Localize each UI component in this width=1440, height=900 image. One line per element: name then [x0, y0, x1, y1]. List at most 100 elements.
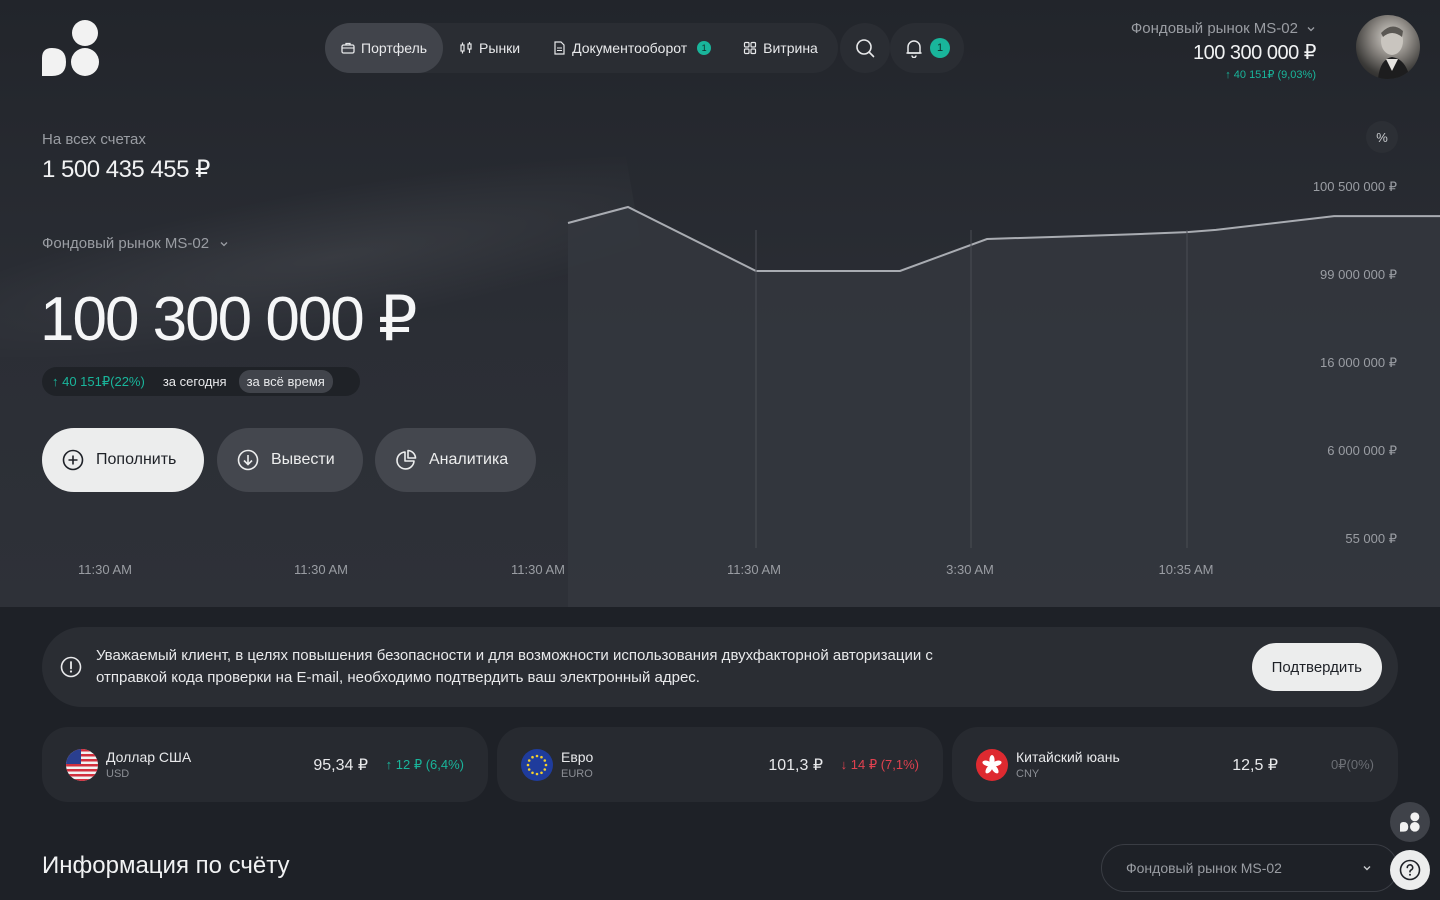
chart-y-tick: 16 000 000 ₽: [1320, 355, 1397, 370]
market-select[interactable]: Фондовый рынок MS-02: [42, 235, 229, 252]
pie-chart-icon: [396, 449, 417, 470]
briefcase-icon: [341, 42, 355, 54]
main-nav: Портфель Рынки Документооборот 1 Витрина: [325, 23, 838, 73]
us-flag-icon: [66, 748, 98, 781]
currency-change: 0₽(0%): [1331, 756, 1374, 772]
currency-card-eur[interactable]: Евро EURO 101,3 ₽ ↓ 14 ₽ (7,1%): [497, 727, 943, 802]
currency-name: Китайский юань: [1016, 749, 1120, 765]
nav-documents-label: Документооборот: [572, 40, 688, 56]
chart-x-tick: 11:30 AM: [294, 562, 348, 577]
help-button[interactable]: [1390, 850, 1430, 890]
account-switcher-change: ↑ 40 151₽ (9,03%): [1225, 69, 1316, 81]
star-icon: [543, 767, 547, 771]
currency-change: ↓ 14 ₽ (7,1%): [840, 756, 919, 772]
question-icon: [1399, 859, 1421, 881]
nav-markets-label: Рынки: [479, 40, 521, 56]
brand-mini-icon: [1400, 812, 1420, 832]
user-photo: [1378, 26, 1410, 79]
assistant-button[interactable]: [1390, 802, 1430, 842]
bell-icon: [906, 40, 922, 58]
star-icon: [526, 763, 530, 766]
search-button[interactable]: [840, 23, 890, 73]
currency-code: CNY: [1016, 768, 1040, 780]
nav-portfolio[interactable]: Портфель: [325, 23, 444, 73]
account-balance: 100 300 000 ₽: [40, 285, 417, 354]
account-info-select-value: Фондовый рынок MS-02: [1126, 860, 1282, 876]
period-today-toggle[interactable]: за сегодня: [155, 370, 235, 393]
chart-x-tick: 3:30 AM: [946, 562, 994, 577]
currency-card-cny[interactable]: Китайский юань CNY 12,5 ₽ 0₽(0%): [952, 727, 1398, 802]
account-switcher[interactable]: Фондовый рынок MS-02 100 300 000 ₽ ↑ 40 …: [1131, 20, 1317, 81]
market-select-label: Фондовый рынок MS-02: [42, 235, 210, 252]
chart-y-tick: 6 000 000 ₽: [1327, 443, 1397, 458]
currency-name: Евро: [561, 749, 594, 765]
chevron-down-icon: [1307, 26, 1315, 31]
chart-x-tick: 10:35 AM: [1159, 562, 1214, 577]
currency-card-usd[interactable]: Доллар США USD 95,34 ₽ ↑ 12 ₽ (6,4%): [42, 727, 488, 802]
currency-code: EURO: [561, 768, 593, 780]
chevron-down-icon: [1363, 866, 1371, 871]
currency-change: ↑ 12 ₽ (6,4%): [385, 756, 464, 772]
nav-documents[interactable]: Документооборот 1: [536, 23, 727, 73]
email-verify-alert: Уважаемый клиент, в целях повышения безо…: [42, 627, 1398, 707]
period-all-toggle[interactable]: за всё время: [238, 370, 333, 393]
notifications-badge: 1: [930, 38, 950, 58]
nav-portfolio-label: Портфель: [361, 40, 428, 56]
currency-rate: 12,5 ₽: [1232, 756, 1278, 774]
balance-change: ↑ 40 151₽(22%): [52, 373, 145, 389]
currency-rate: 101,3 ₽: [768, 756, 823, 774]
currency-name-block: Китайский юань CNY: [1016, 749, 1120, 780]
currency-name-block: Евро EURO: [561, 749, 593, 780]
eu-flag-icon: [521, 748, 553, 781]
account-switcher-value: 100 300 000 ₽: [1192, 42, 1317, 64]
star-icon: [540, 770, 543, 774]
currency-code: USD: [106, 768, 130, 780]
chevron-down-icon: [220, 241, 228, 246]
star-icon: [535, 772, 539, 775]
star-icon: [544, 763, 548, 766]
hero-panel: 100 500 000 ₽ 99 000 000 ₽ 16 000 000 ₽ 6 0…: [0, 0, 1440, 607]
star-icon: [540, 755, 543, 759]
withdraw-button[interactable]: Вывести: [217, 428, 363, 492]
percent-toggle-button[interactable]: %: [1366, 121, 1398, 153]
notifications-button[interactable]: 1: [890, 23, 964, 73]
info-icon: [60, 656, 82, 678]
percent-toggle-label: %: [1376, 129, 1388, 145]
all-accounts-label: На всех счетах: [42, 131, 146, 148]
plus-circle-icon: [62, 449, 84, 471]
chart-x-tick: 11:30 AM: [727, 562, 781, 577]
hk-flag-icon: [976, 748, 1008, 781]
star-icon: [527, 767, 531, 771]
avatar[interactable]: [1356, 15, 1420, 79]
account-info-select[interactable]: Фондовый рынок MS-02: [1101, 844, 1398, 892]
chart-y-tick: 55 000 ₽: [1345, 531, 1397, 546]
balance-change-pill: ↑ 40 151₽(22%) за сегодня за всё время: [42, 367, 360, 396]
analytics-button[interactable]: Аналитика: [375, 428, 537, 492]
document-icon: [554, 41, 565, 55]
chart-x-tick: 11:30 AM: [78, 562, 132, 577]
chart-x-tick: 11:30 AM: [511, 562, 565, 577]
arrow-down-circle-icon: [237, 449, 259, 471]
star-icon: [531, 770, 534, 774]
search-icon: [856, 39, 875, 58]
deposit-button[interactable]: Пополнить: [42, 428, 205, 492]
star-icon: [531, 755, 534, 759]
currency-name-block: Доллар США USD: [106, 749, 191, 780]
documents-badge: 1: [697, 41, 712, 55]
all-accounts-value: 1 500 435 455 ₽: [42, 156, 210, 183]
grid-icon: [744, 41, 757, 55]
brand-logo[interactable]: [42, 20, 100, 76]
chart-area: [568, 207, 1440, 607]
star-icon: [527, 758, 531, 762]
account-info-title: Информация по счёту: [42, 852, 290, 879]
star-icon: [543, 758, 547, 762]
analytics-button-label: Аналитика: [429, 451, 509, 468]
confirm-email-button[interactable]: Подтвердить: [1251, 643, 1382, 691]
deposit-button-label: Пополнить: [96, 451, 177, 468]
nav-showcase[interactable]: Витрина: [727, 23, 834, 73]
chart-y-tick: 99 000 000 ₽: [1320, 267, 1397, 282]
withdraw-button-label: Вывести: [271, 451, 335, 468]
currency-name: Доллар США: [106, 749, 192, 765]
nav-markets[interactable]: Рынки: [443, 23, 536, 73]
currency-rate: 95,34 ₽: [313, 756, 368, 774]
